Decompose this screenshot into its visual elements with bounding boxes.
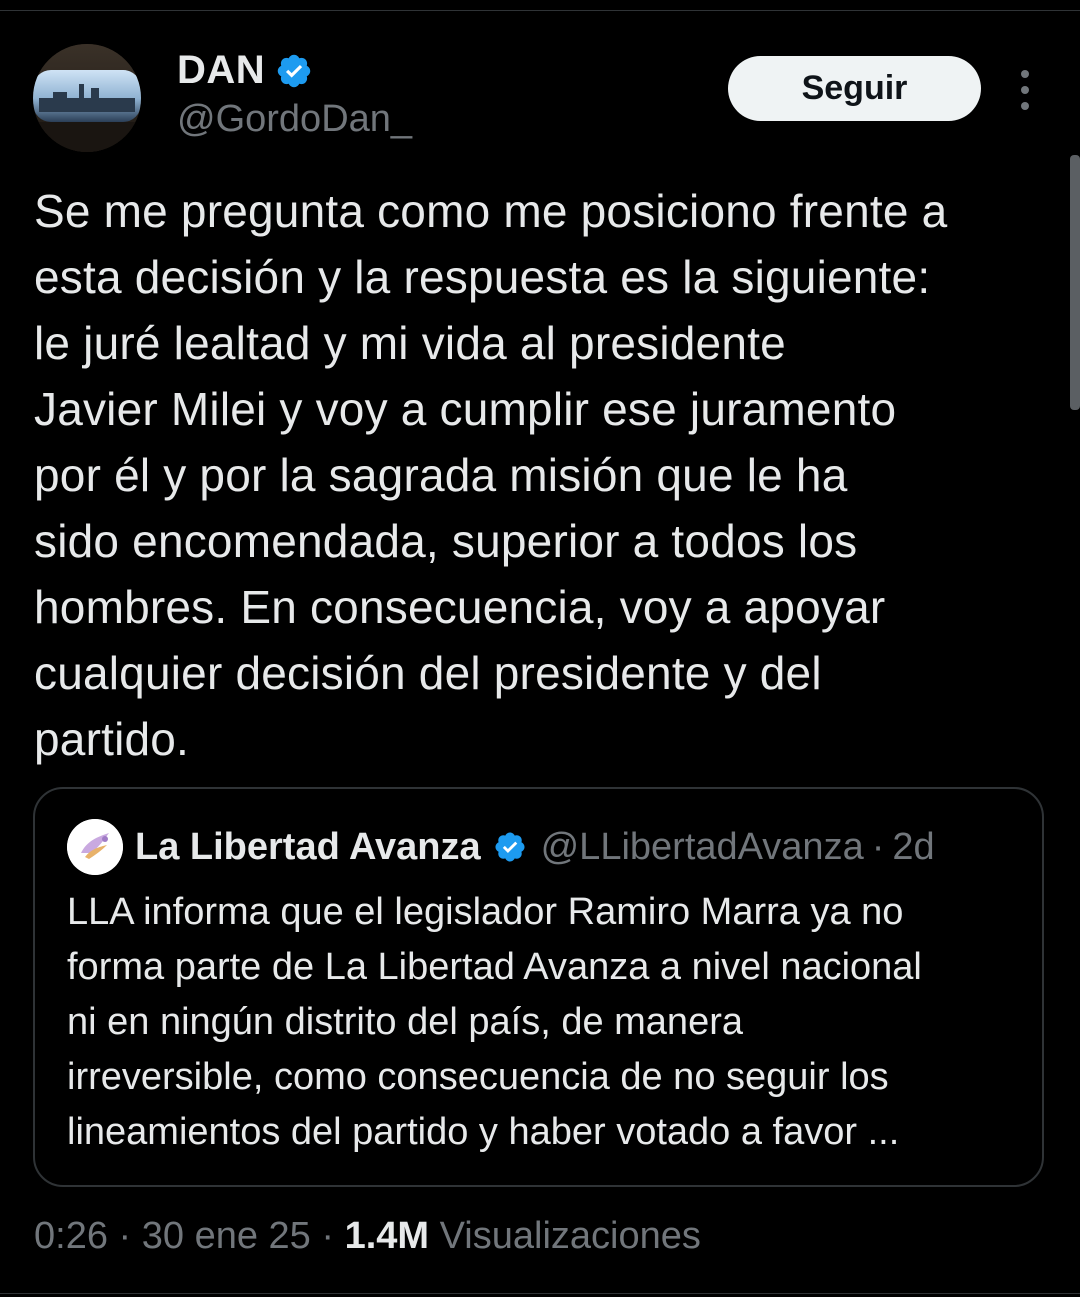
- quoted-timestamp[interactable]: 2d: [892, 826, 934, 869]
- quoted-separator: ·: [871, 825, 885, 868]
- top-divider: [0, 10, 1080, 11]
- tweet-date[interactable]: 30 ene 25: [142, 1215, 311, 1257]
- tweet-time[interactable]: 0:26: [34, 1215, 108, 1257]
- scrollbar[interactable]: [1070, 155, 1080, 410]
- quoted-tweet-text: LLA informa que el legislador Ramiro Mar…: [67, 891, 922, 1153]
- author-name-row[interactable]: DAN: [177, 48, 313, 93]
- author-handle[interactable]: @GordoDan_: [177, 98, 412, 141]
- tweet-meta: 0:26 · 30 ene 25 · 1.4M Visualizaciones: [34, 1215, 701, 1258]
- author-avatar[interactable]: [33, 44, 141, 152]
- quoted-tweet-card[interactable]: La Libertad Avanza @LLibertadAvanza · 2d…: [33, 787, 1044, 1187]
- meta-separator: ·: [107, 1215, 142, 1257]
- quoted-author-handle[interactable]: @LLibertadAvanza: [541, 826, 864, 869]
- verified-badge-icon: [495, 832, 525, 862]
- quoted-author-avatar[interactable]: [67, 819, 123, 875]
- views-count: 1.4M: [344, 1215, 430, 1257]
- author-name[interactable]: DAN: [177, 48, 265, 93]
- follow-button[interactable]: Seguir: [728, 56, 981, 121]
- quoted-author-name[interactable]: La Libertad Avanza: [135, 826, 481, 869]
- verified-badge-icon: [277, 54, 311, 87]
- tweet-text: Se me pregunta como me posiciono frente …: [34, 185, 948, 765]
- quoted-tweet-header: La Libertad Avanza @LLibertadAvanza · 2d: [67, 819, 935, 875]
- more-vertical-icon[interactable]: [1010, 68, 1040, 112]
- views-label: Visualizaciones: [429, 1215, 701, 1257]
- meta-separator: ·: [310, 1215, 345, 1257]
- bottom-divider: [0, 1293, 1080, 1294]
